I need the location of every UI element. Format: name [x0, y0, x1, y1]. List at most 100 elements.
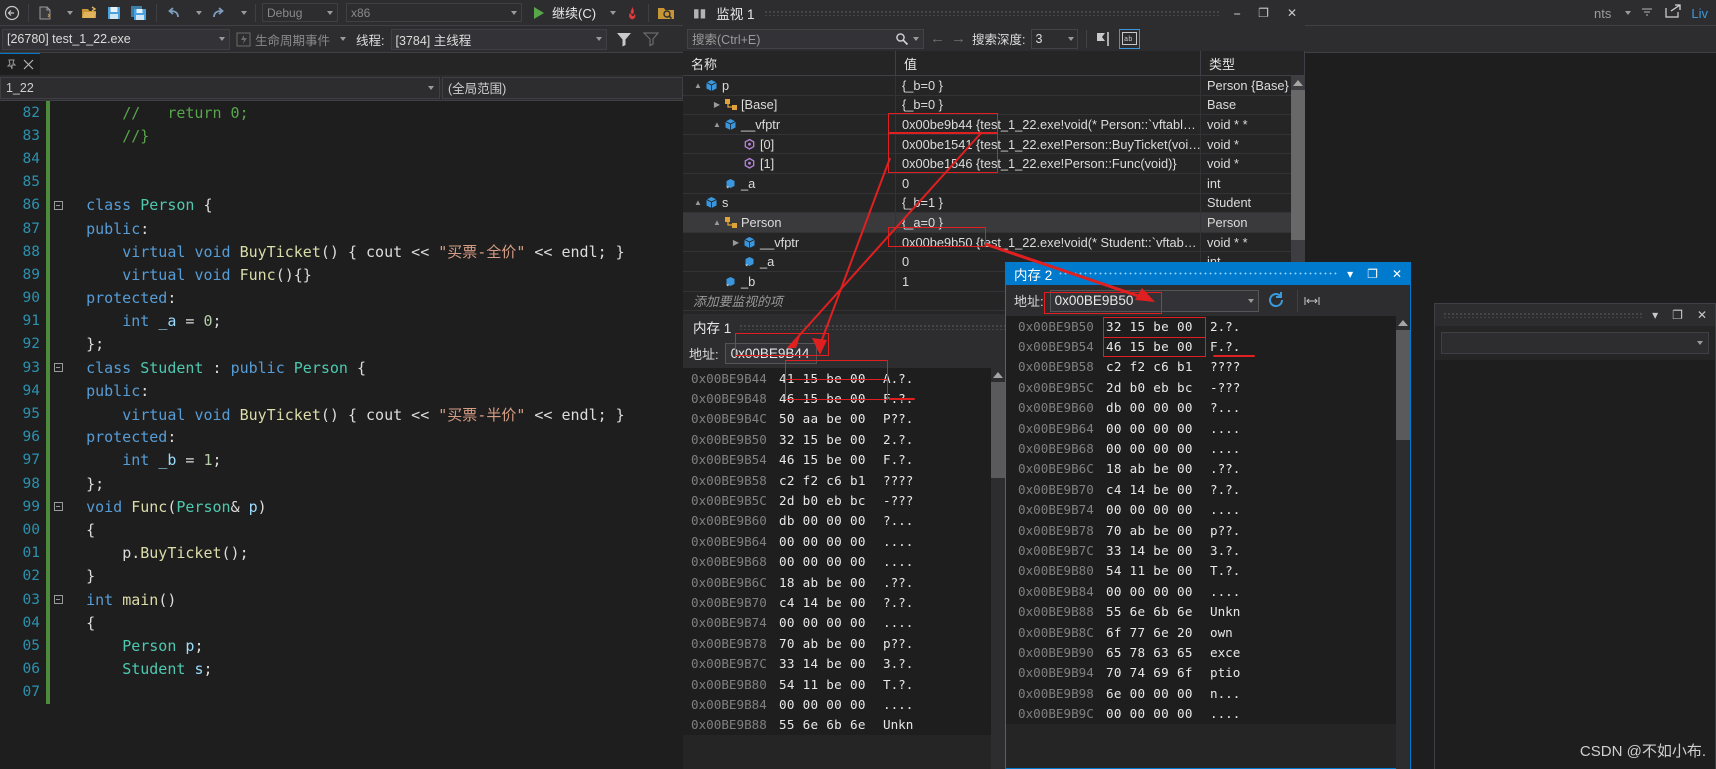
watch-maximize-icon[interactable]: ❐ [1254, 6, 1273, 20]
memory2-hex[interactable]: 00 00 00 00 [1106, 441, 1210, 456]
memory2-hex[interactable]: 00 00 00 00 [1106, 502, 1210, 517]
memory1-row[interactable]: 0x00BE9B78 70 ab be 00 p??. [683, 633, 1005, 653]
memory1-hex[interactable]: 00 00 00 00 [779, 697, 883, 712]
memory1-hex[interactable]: 41 15 be 00 [779, 371, 883, 386]
watch-row[interactable]: _a 0 int [683, 173, 1305, 194]
memory1-row[interactable]: 0x00BE9B7C 33 14 be 00 3.?. [683, 653, 1005, 673]
right-panel-combo[interactable] [1441, 332, 1709, 354]
watch-row-name-cell[interactable]: ▲ s [683, 193, 896, 213]
right-panel-title-bar[interactable]: ▾ ❐ ✕ [1435, 304, 1715, 326]
code-line[interactable]: 04 { [0, 611, 683, 635]
right-panel-dropdown-icon[interactable]: ▾ [1648, 308, 1662, 322]
expand-chevron-icon[interactable]: ▶ [729, 238, 743, 247]
hot-reload-icon[interactable] [620, 1, 644, 25]
code-line[interactable]: 91 int _a = 0; [0, 309, 683, 333]
memory2-hex[interactable]: 46 15 be 00 [1106, 339, 1210, 354]
watch-row-name-cell[interactable]: ▶ __vfptr [683, 232, 896, 252]
code-line[interactable]: 89 virtual void Func(){} [0, 263, 683, 287]
memory1-row[interactable]: 0x00BE9B54 46 15 be 00 F.?. [683, 450, 1005, 470]
memory1-scrollbar-thumb[interactable] [991, 382, 1005, 478]
memory2-hex[interactable]: c4 14 be 00 [1106, 482, 1210, 497]
memory1-row[interactable]: 0x00BE9B80 54 11 be 00 T.?. [683, 674, 1005, 694]
watch-row-value[interactable]: 0x00be1541 {test_1_22.exe!Person::BuyTic… [896, 134, 1201, 154]
memory2-hex[interactable]: 00 00 00 00 [1106, 421, 1210, 436]
memory2-hex[interactable]: 32 15 be 00 [1106, 319, 1210, 334]
column-header-name[interactable]: 名称 [683, 51, 896, 76]
auto-width-icon[interactable] [1304, 295, 1320, 307]
code-text-area[interactable]: 82 // return 0; 83 //} 84 85 86− class Per… [0, 101, 683, 769]
search-prev-icon[interactable]: ← [930, 30, 945, 47]
search-options-caret-icon[interactable] [913, 36, 919, 41]
pin-icon[interactable] [6, 59, 17, 70]
filter-clear-icon[interactable] [641, 30, 661, 48]
editor-tab-active[interactable] [0, 53, 40, 75]
memory1-row[interactable]: 0x00BE9B74 00 00 00 00.... [683, 613, 1005, 633]
navigate-backward-button[interactable] [0, 1, 24, 25]
collapse-chevron-icon[interactable]: ▲ [710, 218, 724, 227]
memory1-hex[interactable]: 00 00 00 00 [779, 554, 883, 569]
memory1-row[interactable]: 0x00BE9B70 c4 14 be 00?.?. [683, 592, 1005, 612]
memory2-row[interactable]: 0x00BE9B50 32 15 be 00 2.?. [1010, 316, 1410, 336]
memory2-hex[interactable]: 33 14 be 00 [1106, 543, 1210, 558]
process-combo[interactable]: [26780] test_1_22.exe [2, 28, 230, 50]
watch-row-value[interactable]: {_b=0 } [896, 76, 1201, 95]
memory2-scrollbar-thumb[interactable] [1396, 330, 1410, 440]
memory2-row[interactable]: 0x00BE9B7C 33 14 be 00 3.?. [1010, 540, 1410, 560]
watch-row-value[interactable]: 0x00be1546 {test_1_22.exe!Person::Func(v… [896, 154, 1201, 173]
code-line[interactable]: 00 { [0, 518, 683, 542]
memory1-hex[interactable]: 32 15 be 00 [779, 432, 883, 447]
memory2-rows-container[interactable]: 0x00BE9B50 32 15 be 00 2.?. 0x00BE9B54 46 15… [1006, 316, 1410, 724]
memory1-hex[interactable]: db 00 00 00 [779, 513, 883, 528]
memory2-hex[interactable]: 00 00 00 00 [1106, 584, 1210, 599]
watch-row-value[interactable]: 0 [896, 173, 1201, 193]
watch-minimize-icon[interactable]: ⎯ [1230, 6, 1244, 21]
close-icon[interactable] [23, 59, 34, 70]
memory1-row[interactable]: 0x00BE9B50 32 15 be 00 2.?. [683, 429, 1005, 449]
memory2-row[interactable]: 0x00BE9B90 65 78 63 65 exce [1010, 642, 1410, 662]
memory2-row[interactable]: 0x00BE9B70 c4 14 be 00?.?. [1010, 479, 1410, 499]
fold-toggle-icon[interactable]: − [53, 200, 63, 210]
watch-row-value[interactable]: {_a=0 } [896, 213, 1201, 232]
watch-row-name-cell[interactable]: [0] [683, 134, 896, 154]
watch-row-name-cell[interactable]: _a [683, 173, 896, 193]
memory2-hex[interactable]: 70 74 69 6f [1106, 665, 1210, 680]
memory1-hex[interactable]: 18 ab be 00 [779, 575, 883, 590]
memory1-hex[interactable]: 70 ab be 00 [779, 636, 883, 651]
fold-column[interactable]: − [50, 200, 66, 210]
watch-row-value[interactable]: {_b=0 } [896, 95, 1201, 115]
memory2-row[interactable]: 0x00BE9B68 00 00 00 00.... [1010, 438, 1410, 458]
fold-toggle-icon[interactable]: − [53, 502, 63, 512]
memory2-row[interactable]: 0x00BE9B98 6e 00 00 00 n... [1010, 683, 1410, 703]
memory1-address-input[interactable]: 0x00BE9B44 [724, 343, 817, 364]
configuration-combo[interactable]: Debug [262, 3, 338, 22]
memory2-hex[interactable]: 6f 77 6e 20 [1106, 625, 1210, 640]
watch-row-value[interactable]: 0x00be9b50 {test_1_22.exe!void(* Student… [896, 232, 1201, 252]
code-line[interactable]: 96 protected: [0, 425, 683, 449]
watch-row[interactable]: ▶ [Base] {_b=0 } Base [683, 95, 1305, 116]
fold-column[interactable]: − [50, 595, 66, 605]
code-line[interactable]: 85 [0, 170, 683, 194]
memory2-address-input[interactable]: 0x00BE9B50 [1049, 289, 1259, 312]
filter-icon[interactable] [613, 30, 635, 48]
memory1-hex[interactable]: 55 6e 6b 6e [779, 717, 883, 732]
memory1-row[interactable]: 0x00BE9B64 00 00 00 00.... [683, 531, 1005, 551]
fold-column[interactable]: − [50, 502, 66, 512]
code-line[interactable]: 02 } [0, 564, 683, 588]
memory2-hex[interactable]: 2d b0 eb bc [1106, 380, 1210, 395]
watch-row[interactable]: ▲ __vfptr 0x00be9b44 {test_1_22.exe!void(*… [683, 115, 1305, 135]
memory1-rows-container[interactable]: 0x00BE9B44 41 15 be 00 A.?. 0x00BE9B48 46 15… [683, 368, 1005, 736]
code-line[interactable]: 05 Person p; [0, 634, 683, 658]
memory1-row[interactable]: 0x00BE9B88 55 6e 6b 6e Unkn [683, 715, 1005, 735]
memory1-hex[interactable]: c4 14 be 00 [779, 595, 883, 610]
memory1-row[interactable]: 0x00BE9B5C 2d b0 eb bc -??? [683, 490, 1005, 510]
refresh-icon[interactable] [1265, 291, 1287, 311]
code-line[interactable]: 83 //} [0, 124, 683, 148]
memory2-row[interactable]: 0x00BE9B60 db 00 00 00?... [1010, 398, 1410, 418]
memory1-row[interactable]: 0x00BE9B48 46 15 be 00 F.?. [683, 388, 1005, 408]
memory1-hex[interactable]: 50 aa be 00 [779, 411, 883, 426]
memory1-row[interactable]: 0x00BE9B68 00 00 00 00.... [683, 552, 1005, 572]
code-line[interactable]: 01 p.BuyTicket(); [0, 541, 683, 565]
memory2-row[interactable]: 0x00BE9B80 54 11 be 00 T.?. [1010, 561, 1410, 581]
watch-drag-handle[interactable]: ▮▮ [693, 6, 706, 20]
memory1-row[interactable]: 0x00BE9B44 41 15 be 00 A.?. [683, 368, 1005, 388]
